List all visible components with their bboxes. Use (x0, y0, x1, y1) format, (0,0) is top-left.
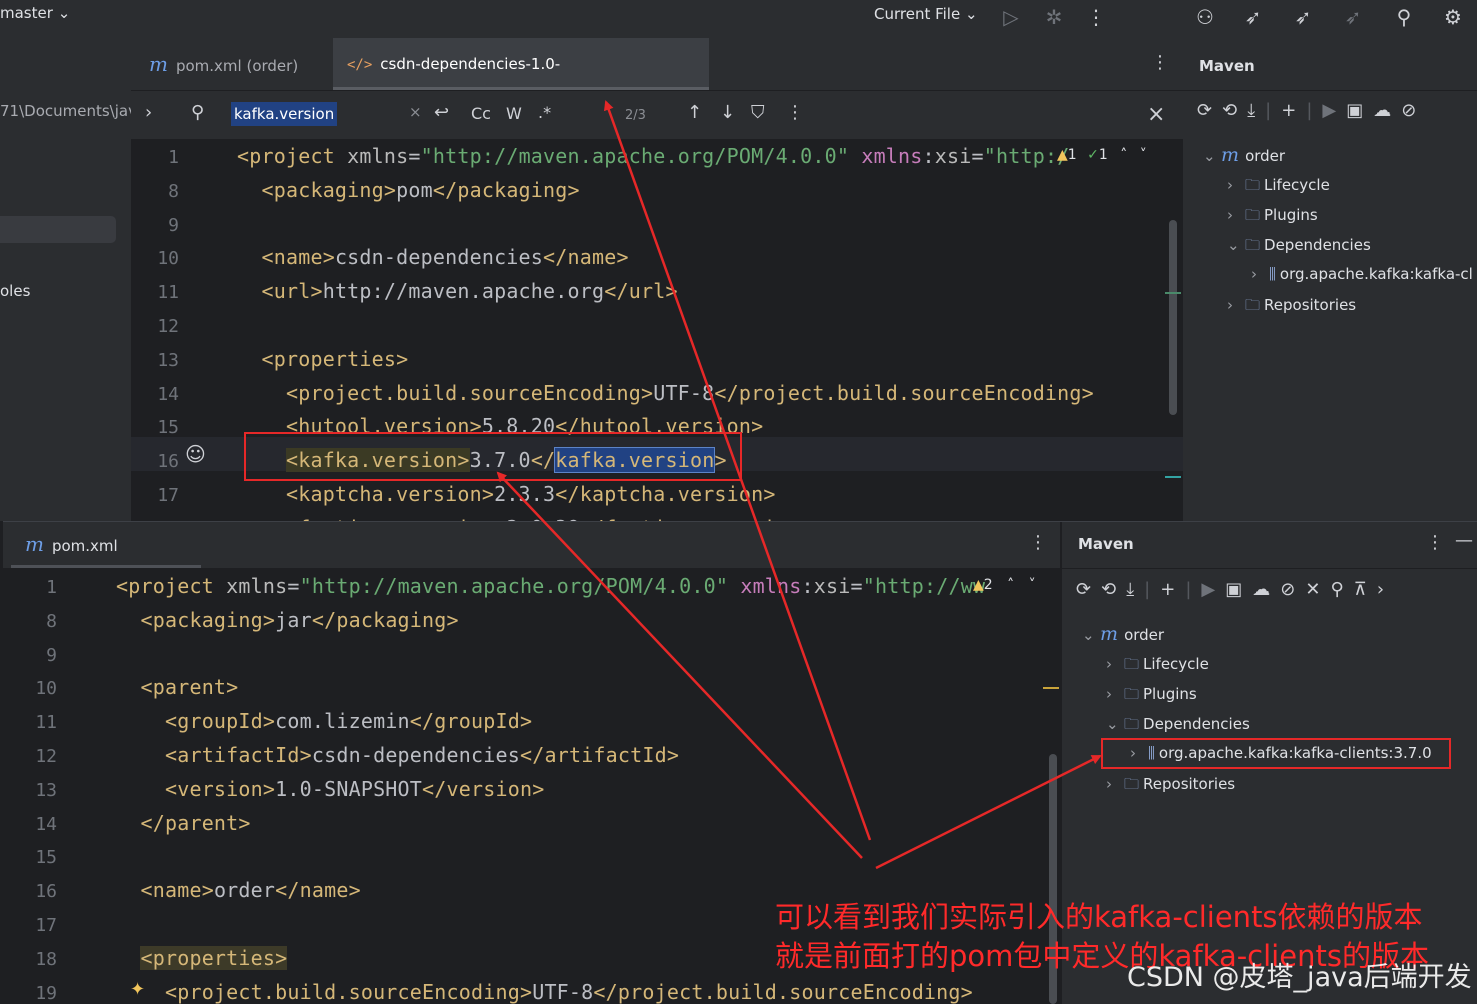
annotation-arrows (496, 100, 1102, 870)
annotation-caption-line1: 可以看到我们实际引入的kafka-clients依赖的版本 (775, 900, 1423, 934)
arrow-to-dependency (875, 754, 1102, 870)
arrow-to-tab (603, 100, 872, 841)
watermark: CSDN @皮塔_java后端开发 (1127, 962, 1472, 993)
